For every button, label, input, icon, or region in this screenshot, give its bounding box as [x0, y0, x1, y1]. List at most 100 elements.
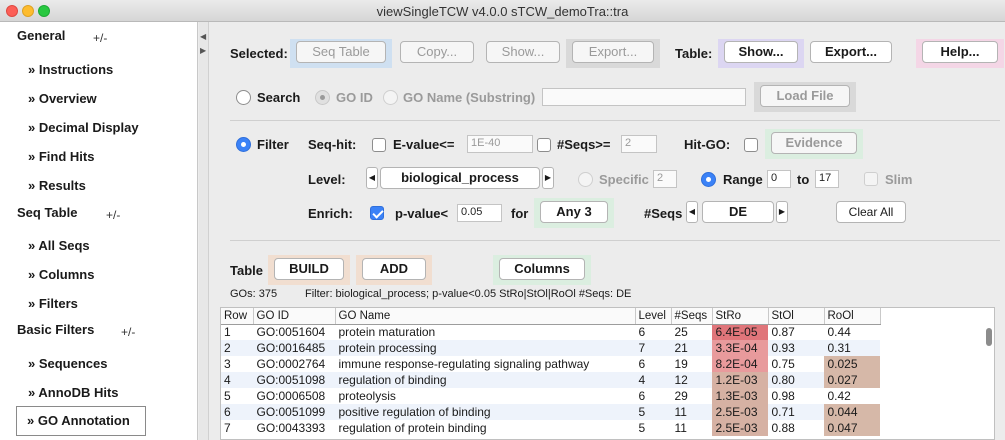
col-header-level[interactable]: Level [635, 308, 672, 325]
load-file-button[interactable]: Load File [760, 85, 850, 107]
build-button[interactable]: BUILD [274, 258, 344, 280]
range-from-input[interactable]: 0 [767, 170, 791, 188]
range-radio[interactable] [701, 172, 716, 187]
table-cell: 1.3E-03 [712, 388, 768, 404]
sidebar-section-seq-table[interactable]: Seq Table [17, 205, 77, 220]
table-cell: 21 [671, 340, 712, 356]
nseqs-input[interactable]: 2 [621, 135, 657, 153]
table-row[interactable]: 6 GO:0051099 positive regulation of bindin… [221, 404, 880, 420]
table-cell: 0.044 [824, 404, 880, 420]
clear-all-button[interactable]: Clear All [836, 201, 906, 223]
divider [230, 240, 1000, 241]
help-button[interactable]: Help... [922, 41, 998, 63]
nseqs-checkbox[interactable] [537, 138, 551, 152]
sidebar-item-all-seqs[interactable]: » All Seqs [28, 238, 90, 253]
seq-hit-label: Seq-hit: [308, 137, 357, 152]
table-row[interactable]: 2 GO:0016485 protein processing 7 21 3.3E-04 0… [221, 340, 880, 356]
sidebar-item-go-annotation[interactable]: » GO Annotation [16, 406, 146, 436]
search-radio[interactable] [236, 90, 251, 105]
sidebar-item-overview[interactable]: » Overview [28, 91, 97, 106]
results-table[interactable]: Row GO ID GO Name Level #Seqs StRo StOl … [220, 307, 995, 440]
table-cell: 0.047 [824, 420, 880, 436]
sidebar-item-annodb-hits[interactable]: » AnnoDB Hits [28, 385, 119, 400]
table-row[interactable]: 5 GO:0006508 proteolysis 6 29 1.3E-03 0.98 0.42 [221, 388, 880, 404]
col-header-row[interactable]: Row [221, 308, 254, 325]
show-table-button[interactable]: Show... [724, 41, 798, 63]
scrollbar-thumb[interactable] [986, 328, 992, 346]
section-toggle-icon[interactable]: +/- [93, 31, 107, 45]
level-selector[interactable]: biological_process [380, 167, 540, 189]
table-row[interactable]: 1 GO:0051604 protein maturation 6 25 6.4E-05 0… [221, 324, 880, 340]
sidebar-item-instructions[interactable]: » Instructions [28, 62, 113, 77]
specific-input[interactable]: 2 [653, 170, 677, 188]
search-input[interactable] [542, 88, 746, 106]
table-cell: 1.2E-03 [712, 372, 768, 388]
sidebar-item-sequences[interactable]: » Sequences [28, 356, 108, 371]
filter-radio[interactable] [236, 137, 251, 152]
table-cell: immune response-regulating signaling pat… [335, 356, 635, 372]
table-cell: regulation of protein binding [335, 420, 635, 436]
col-header-stol[interactable]: StOl [768, 308, 825, 325]
specific-radio[interactable] [578, 172, 593, 187]
table-cell: 0.98 [768, 388, 824, 404]
hit-go-checkbox[interactable] [744, 138, 758, 152]
sidebar-section-basic-filters[interactable]: Basic Filters [17, 322, 94, 337]
col-header-nseqs[interactable]: #Seqs [671, 308, 713, 325]
table-cell: 6.4E-05 [712, 324, 768, 340]
level-next-icon[interactable]: ▶ [542, 167, 554, 189]
sidebar-item-results[interactable]: » Results [28, 178, 86, 193]
table-cell: GO:0051099 [253, 404, 335, 420]
evalue-input[interactable]: 1E-40 [467, 135, 533, 153]
table-cell: GO:0043393 [253, 420, 335, 436]
table-row[interactable]: 3 GO:0002764 immune response-regulating si… [221, 356, 880, 372]
sidebar-item-find-hits[interactable]: » Find Hits [28, 149, 94, 164]
table-scrollbar[interactable] [985, 328, 993, 439]
table-controls-label: Table [230, 263, 263, 278]
columns-button[interactable]: Columns [499, 258, 585, 280]
de-next-icon[interactable]: ▶ [776, 201, 788, 223]
export-selected-button[interactable]: Export... [572, 41, 654, 63]
add-button[interactable]: ADD [362, 258, 426, 280]
evidence-button[interactable]: Evidence [771, 132, 857, 154]
table-cell: 0.80 [768, 372, 824, 388]
pvalue-checkbox[interactable] [370, 206, 384, 220]
pvalue-input[interactable]: 0.05 [457, 204, 502, 222]
slim-label: Slim [885, 172, 913, 187]
col-header-stro[interactable]: StRo [712, 308, 769, 325]
de-prev-icon[interactable]: ◀ [686, 201, 698, 223]
table-cell: GO:0051098 [253, 372, 335, 388]
copy-button[interactable]: Copy... [400, 41, 474, 63]
section-toggle-icon[interactable]: +/- [121, 325, 135, 339]
gos-count: GOs: 375 [230, 288, 278, 300]
any-selector[interactable]: Any 3 [540, 201, 608, 223]
table-cell: 8.2E-04 [712, 356, 768, 372]
show-selected-button[interactable]: Show... [486, 41, 560, 63]
table-cell: 7 [221, 420, 253, 436]
table-cell: 19 [671, 356, 712, 372]
col-header-rool[interactable]: RoOl [824, 308, 881, 325]
table-cell: 0.87 [768, 324, 824, 340]
slim-checkbox[interactable] [864, 172, 878, 186]
divider [230, 120, 1000, 121]
col-header-go-name[interactable]: GO Name [335, 308, 636, 325]
expand-right-icon[interactable]: ▶ [200, 46, 206, 55]
table-cell: 3.3E-04 [712, 340, 768, 356]
table-row[interactable]: 4 GO:0051098 regulation of binding 4 12 1.2E-… [221, 372, 880, 388]
range-to-input[interactable]: 17 [815, 170, 839, 188]
de-selector[interactable]: DE [702, 201, 774, 223]
sidebar-section-general[interactable]: General [17, 28, 65, 43]
section-toggle-icon[interactable]: +/- [106, 208, 120, 222]
table-row[interactable]: 7 GO:0043393 regulation of protein binding… [221, 420, 880, 436]
sidebar-item-columns[interactable]: » Columns [28, 267, 94, 282]
go-name-radio[interactable] [383, 90, 398, 105]
sidebar-item-filters[interactable]: » Filters [28, 296, 78, 311]
evalue-checkbox[interactable] [372, 138, 386, 152]
level-prev-icon[interactable]: ◀ [366, 167, 378, 189]
export-table-button[interactable]: Export... [810, 41, 892, 63]
col-header-go-id[interactable]: GO ID [253, 308, 336, 325]
collapse-left-icon[interactable]: ◀ [200, 32, 206, 41]
sidebar-item-decimal-display[interactable]: » Decimal Display [28, 120, 139, 135]
panel-splitter[interactable]: ◀ ▶ [199, 22, 209, 440]
go-id-radio[interactable] [315, 90, 330, 105]
seq-table-button[interactable]: Seq Table [296, 41, 386, 63]
